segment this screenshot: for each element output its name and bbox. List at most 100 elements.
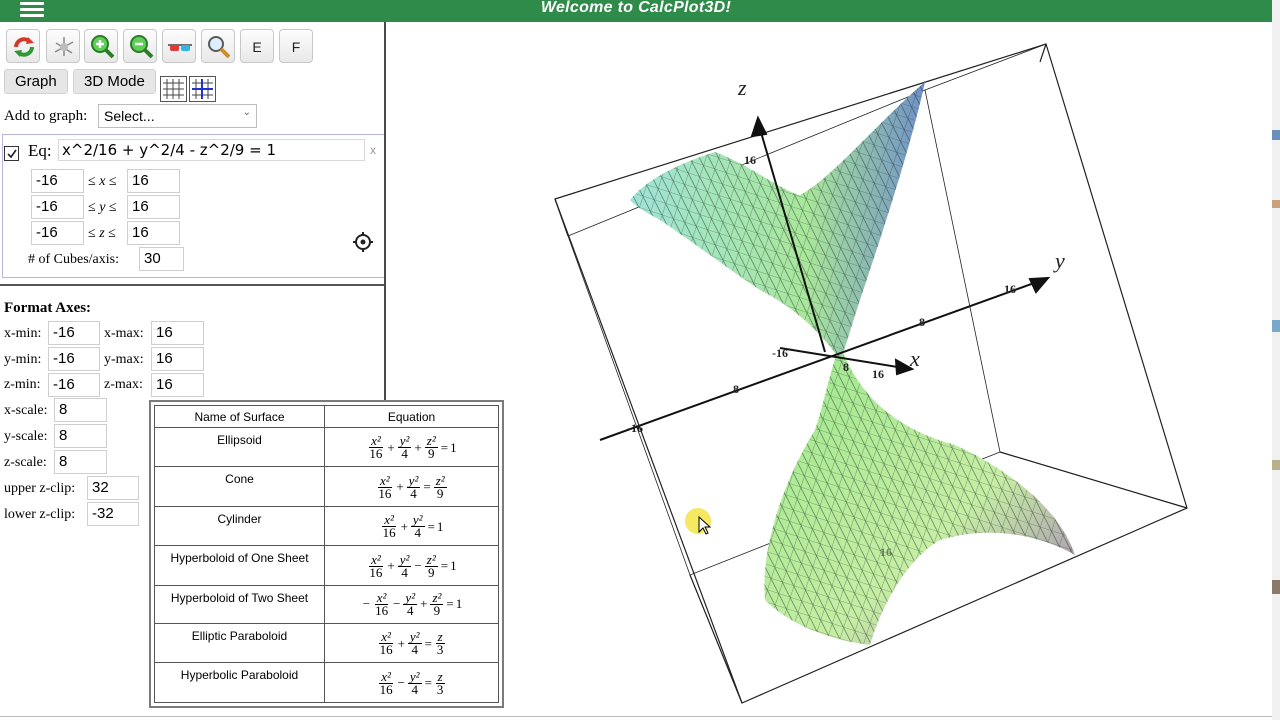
math-operator: −: [397, 675, 405, 691]
fraction-denominator: 16: [369, 446, 383, 462]
surface-plot[interactable]: z y x 16 16 8 -16 8 16 8 -16 16: [386, 22, 1272, 720]
surface-equation: x² 16 + y² 4 = 1: [324, 505, 499, 547]
fraction-denominator: 4: [414, 525, 421, 541]
add-to-graph-select[interactable]: Select... ⌄: [98, 104, 257, 128]
math-operator: −: [362, 596, 371, 612]
upper-z-clip-label: upper z-clip:: [4, 481, 76, 496]
fraction-denominator: 4: [410, 485, 417, 501]
tick-x-8: 8: [843, 360, 849, 374]
y-range-label: ≤ y ≤: [88, 200, 117, 215]
fraction-denominator: 9: [428, 564, 435, 580]
axes-y-min-field[interactable]: -16: [48, 347, 100, 371]
table-row: Elliptic Paraboloid x² 16 + y² 4 = z 3: [154, 622, 499, 664]
table-row: Cylinder x² 16 + y² 4 = 1: [154, 505, 499, 547]
equals-sign: =: [446, 596, 454, 612]
z-axis-label: z: [737, 75, 747, 100]
tick-y-neg8: 8: [733, 382, 739, 396]
upper-z-clip-field[interactable]: 32: [87, 476, 139, 500]
fraction-denominator: 4: [401, 446, 408, 462]
grid-axes-button[interactable]: [189, 76, 216, 102]
axes-x-min-field[interactable]: -16: [48, 321, 100, 345]
axes-y-max-field[interactable]: 16: [151, 347, 204, 371]
plot-viewport[interactable]: z y x 16 16 8 -16 8 16 8 -16 16: [386, 22, 1272, 720]
tab-3d-mode[interactable]: 3D Mode: [73, 69, 156, 94]
f-button[interactable]: F: [279, 29, 313, 63]
axes-x-max-field[interactable]: 16: [151, 321, 204, 345]
x-scale-field[interactable]: 8: [54, 398, 107, 422]
stereo-view-button[interactable]: [162, 29, 196, 63]
y-scale-field[interactable]: 8: [54, 424, 107, 448]
e-button[interactable]: E: [240, 29, 274, 63]
surface-lower-sheet: [764, 345, 1075, 645]
x-min-field[interactable]: -16: [31, 169, 84, 193]
equation-math: x² 16 + y² 4− z² 9 = 1: [366, 553, 457, 580]
cubes-per-axis-label: # of Cubes/axis:: [28, 252, 119, 267]
axes-z-max-field[interactable]: 16: [151, 373, 204, 397]
math-fraction: y² 4: [407, 630, 422, 658]
math-fraction: x² 16: [381, 513, 398, 541]
format-axes-title: Format Axes:: [4, 300, 92, 316]
z-min-label: z-min:: [4, 377, 41, 392]
grid-axes-icon: [192, 79, 213, 99]
fraction-denominator: 4: [411, 681, 418, 697]
f-button-label: F: [291, 39, 301, 55]
scrollbar[interactable]: [1272, 0, 1280, 720]
cubes-per-axis-field[interactable]: 30: [139, 247, 184, 271]
fraction-denominator: 16: [378, 485, 392, 501]
lower-z-clip-field[interactable]: -32: [87, 502, 139, 526]
z-min-field[interactable]: -16: [31, 221, 84, 245]
scrollbar-strip: [1272, 320, 1280, 332]
x-scale-label: x-scale:: [4, 403, 48, 418]
zoom-in-button[interactable]: [84, 29, 118, 63]
equation-input[interactable]: x^2/16 + y^2/4 - z^2/9 = 1: [58, 139, 365, 161]
equals-sign: =: [440, 558, 449, 574]
math-fraction: x² 16: [367, 434, 384, 462]
fraction-denominator: 16: [382, 525, 396, 541]
equation-math: x² 16 + y² 4 = z 3: [377, 630, 447, 658]
math-fraction: z² 9: [433, 474, 447, 501]
scrollbar-strip: [1272, 460, 1280, 470]
equation-rhs: 1: [450, 439, 457, 455]
y-min-field[interactable]: -16: [31, 195, 84, 219]
fraction-denominator: 9: [436, 485, 444, 501]
math-operator: +: [396, 479, 404, 495]
y-axis-arrow: [1028, 276, 1051, 294]
surface-name: Ellipsoid: [154, 426, 325, 468]
math-fraction: y² 4: [407, 670, 422, 697]
search-button[interactable]: [201, 29, 235, 63]
y-max-field[interactable]: 16: [127, 195, 180, 219]
settings-icon[interactable]: [352, 231, 374, 253]
tick-y-8: 8: [919, 315, 925, 329]
scrollbar-strip: [1272, 130, 1280, 140]
math-fraction: y² 4: [406, 474, 421, 501]
math-fraction: x² 16: [373, 591, 390, 617]
z-scale-field[interactable]: 8: [54, 450, 107, 474]
remove-equation-button[interactable]: x: [370, 143, 376, 157]
fraction-denominator: 4: [411, 642, 418, 658]
refresh-button[interactable]: [6, 29, 40, 63]
surface-name: Elliptic Paraboloid: [154, 622, 325, 664]
zoom-in-icon: [91, 35, 115, 59]
tab-graph[interactable]: Graph: [4, 69, 68, 94]
zoom-out-button[interactable]: [123, 29, 157, 63]
z-max-field[interactable]: 16: [127, 221, 180, 245]
3d-glasses-icon: [168, 44, 192, 51]
y-axis-label: y: [1053, 248, 1065, 273]
equation-rhs: 1: [455, 596, 463, 612]
equation-math: x² 16 + y² 4 = z² 9: [375, 474, 447, 501]
surface-table: Name of Surface Equation Ellipsoid x² 16 + y…: [154, 405, 499, 703]
orientation-button[interactable]: [46, 29, 80, 63]
grid-icon: [163, 79, 184, 99]
surface-equation: x² 16 + y² 4 + z² 9 = 1: [324, 426, 499, 468]
equation-visible-checkbox[interactable]: [4, 146, 19, 161]
fraction-denominator: 16: [379, 642, 393, 658]
x-max-field[interactable]: 16: [127, 169, 180, 193]
grid-toggle-button[interactable]: [160, 76, 187, 102]
refresh-icon: [14, 37, 34, 57]
fraction-denominator: 16: [379, 681, 393, 697]
equals-sign: =: [424, 675, 432, 691]
check-icon: [7, 149, 17, 159]
axes-z-min-field[interactable]: -16: [48, 373, 100, 397]
z-range-label: ≤ z ≤: [88, 226, 116, 241]
axes-orientation-icon: [54, 37, 74, 56]
